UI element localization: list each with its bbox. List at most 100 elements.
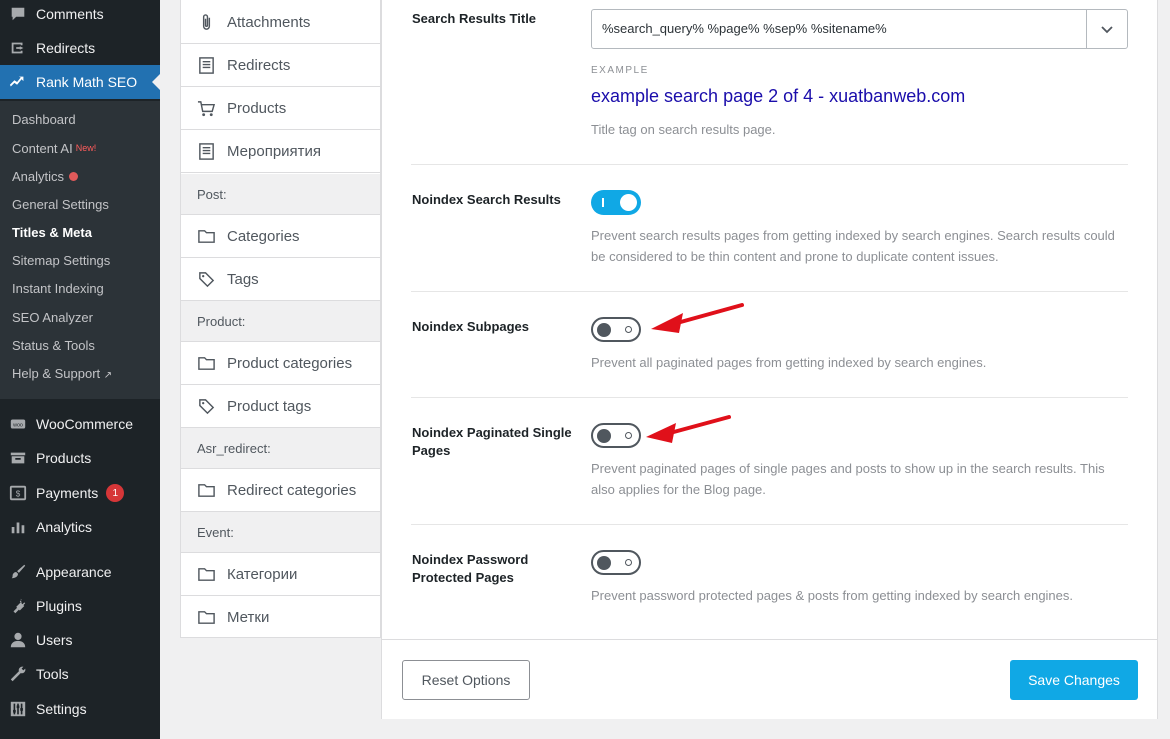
folder-icon [197, 565, 227, 584]
toggle-knob [620, 194, 637, 211]
divider [411, 524, 1128, 525]
nav-events-label: Мероприятия [227, 142, 322, 160]
submenu-instant-indexing[interactable]: Instant Indexing [12, 279, 104, 299]
noindex-subpages-label: Noindex Subpages [412, 319, 530, 334]
nav-products[interactable]: Products [181, 87, 380, 130]
nav-event-categories-label: Категории [227, 565, 298, 583]
submenu-status-tools[interactable]: Status & Tools [12, 336, 95, 356]
settings-footer: Reset Options Save Changes [382, 639, 1157, 719]
rank-math-submenu: Dashboard Content AI New! Analytics Gener… [0, 101, 160, 399]
toggle-knob [597, 428, 611, 443]
search-title-value: %search_query% %page% %sep% %sitename% [602, 21, 887, 36]
nav-header-post: Post: [181, 174, 380, 215]
user-icon [0, 631, 36, 649]
search-title-label: Search Results Title [412, 11, 537, 26]
menu-analytics[interactable]: Analytics [0, 510, 160, 544]
menu-woocommerce-label: WooCommerce [36, 416, 133, 432]
document-icon [197, 56, 227, 75]
nav-events[interactable]: Мероприятия [181, 130, 380, 173]
menu-settings-label: Settings [36, 701, 87, 717]
nav-product-tags[interactable]: Product tags [181, 385, 380, 428]
nav-event-tags[interactable]: Метки [181, 596, 380, 639]
search-title-input[interactable]: %search_query% %page% %sep% %sitename% [591, 9, 1128, 49]
toggle-knob [597, 322, 611, 337]
divider [411, 291, 1128, 292]
folder-icon [197, 481, 227, 500]
noindex-password-description: Prevent password protected pages & posts… [591, 588, 1074, 603]
menu-redirects-label: Redirects [36, 40, 96, 56]
menu-products-label: Products [36, 450, 92, 466]
menu-plugins[interactable]: Plugins [0, 589, 160, 623]
svg-text:$: $ [16, 490, 21, 499]
folder-icon [197, 608, 227, 627]
submenu-seo-analyzer[interactable]: SEO Analyzer [12, 308, 93, 328]
noindex-search-label: Noindex Search Results [412, 192, 561, 207]
chevron-down-icon [1101, 26, 1113, 34]
divider [411, 397, 1128, 398]
toggle-on-mark [602, 198, 604, 207]
menu-rank-math[interactable]: Rank Math SEO [0, 65, 160, 99]
nav-header-product: Product: [181, 301, 380, 342]
nav-redirect-categories[interactable]: Redirect categories [181, 469, 380, 512]
nav-attachments-label: Attachments [227, 13, 311, 31]
settings-panel: Search Results Title %search_query% %pag… [381, 0, 1158, 719]
payments-icon: $ [0, 484, 36, 502]
divider [411, 164, 1128, 165]
tag-icon [197, 397, 227, 416]
nav-redirects[interactable]: Redirects [181, 44, 380, 87]
annotation-arrow-icon [646, 415, 731, 443]
nav-tags[interactable]: Tags [181, 258, 380, 301]
reset-options-button[interactable]: Reset Options [402, 660, 530, 700]
noindex-paginated-toggle[interactable] [591, 423, 641, 448]
payments-count-badge: 1 [106, 484, 125, 502]
submenu-help-support[interactable]: Help & Support ↗ [12, 364, 112, 384]
menu-tools[interactable]: Tools [0, 657, 160, 691]
submenu-analytics-label: Analytics [12, 169, 65, 184]
noindex-search-toggle[interactable] [591, 190, 641, 215]
noindex-search-description: Prevent search results pages from gettin… [591, 228, 1115, 264]
submenu-analytics[interactable]: Analytics [12, 167, 79, 187]
menu-redirects[interactable]: Redirects [0, 31, 160, 65]
save-changes-button[interactable]: Save Changes [1010, 660, 1138, 700]
menu-products[interactable]: Products [0, 441, 160, 475]
noindex-subpages-toggle[interactable] [591, 317, 641, 342]
nav-categories[interactable]: Categories [181, 215, 380, 258]
notification-dot [69, 172, 79, 181]
submenu-help-support-label: Help & Support [12, 366, 101, 381]
menu-users[interactable]: Users [0, 623, 160, 657]
nav-product-categories[interactable]: Product categories [181, 342, 380, 385]
submenu-sitemap-settings[interactable]: Sitemap Settings [12, 251, 110, 271]
titles-meta-nav: Attachments Redirects Products Мероприят… [180, 0, 381, 638]
menu-comments[interactable]: Comments [0, 0, 160, 31]
noindex-password-toggle[interactable] [591, 550, 641, 575]
menu-analytics-label: Analytics [36, 519, 93, 535]
menu-payments[interactable]: $ Payments 1 [0, 476, 160, 510]
svg-text:woo: woo [12, 422, 23, 428]
submenu-titles-meta[interactable]: Titles & Meta [12, 223, 92, 243]
comments-icon [0, 5, 36, 23]
external-link-icon: ↗ [103, 370, 113, 381]
toggle-off-mark [625, 326, 632, 333]
plugin-icon [0, 597, 36, 615]
nav-event-categories[interactable]: Категории [181, 553, 380, 596]
nav-header-asr-redirect: Asr_redirect: [181, 428, 380, 469]
folder-icon [197, 354, 227, 373]
nav-attachments[interactable]: Attachments [181, 1, 380, 44]
rank-math-icon [0, 73, 36, 91]
toggle-knob [597, 555, 611, 570]
menu-tools-label: Tools [36, 666, 69, 682]
menu-settings[interactable]: Settings [0, 692, 160, 726]
folder-icon [197, 227, 227, 246]
nav-product-categories-label: Product categories [227, 354, 353, 372]
nav-product-tags-label: Product tags [227, 397, 312, 415]
submenu-content-ai[interactable]: Content AI New! [12, 138, 96, 158]
submenu-general-settings[interactable]: General Settings [12, 195, 109, 215]
redirect-icon [0, 39, 36, 57]
submenu-dashboard[interactable]: Dashboard [12, 110, 76, 130]
menu-appearance[interactable]: Appearance [0, 555, 160, 589]
paintbrush-icon [0, 563, 36, 581]
menu-woocommerce[interactable]: woo WooCommerce [0, 407, 160, 441]
variables-dropdown-button[interactable] [1086, 10, 1127, 48]
cart-icon [197, 99, 227, 118]
noindex-subpages-description: Prevent all paginated pages from getting… [591, 355, 987, 370]
